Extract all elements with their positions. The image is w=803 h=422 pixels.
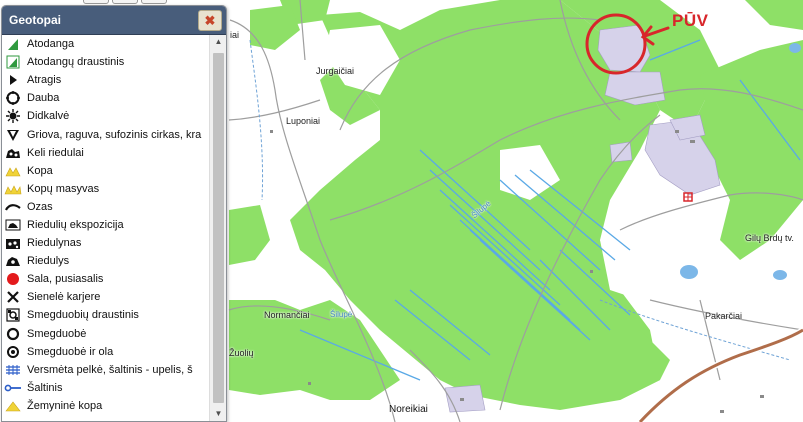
place-label-luponiai: Luponiai — [286, 116, 321, 126]
legend-item-label: Žemyninė kopa — [27, 399, 103, 412]
legend-item-label: Versmėta pelkė, šaltinis - upelis, š — [27, 363, 193, 376]
boulder-icon — [2, 254, 24, 268]
spring-bog-icon — [2, 364, 24, 376]
island-icon — [2, 272, 24, 286]
legend-item-label: Kopa — [27, 164, 53, 177]
toolbar-button-1[interactable] — [83, 0, 109, 4]
legend-item[interactable]: Didkalvė — [2, 107, 209, 125]
road-label: Gilų Brdų tv. — [745, 233, 794, 243]
legend-header[interactable]: Geotopai ✖ — [2, 6, 226, 35]
scroll-thumb[interactable] — [213, 53, 224, 403]
legend-item-label: Ozas — [27, 200, 53, 213]
legend-item-label: Dauba — [27, 92, 60, 105]
legend-item[interactable]: Riedulių ekspozicija — [2, 216, 209, 234]
place-label-noreikiai: Noreikiai — [389, 404, 428, 415]
legend-item-label: Atragis — [27, 74, 62, 87]
legend-scrollbar[interactable]: ▲ ▼ — [209, 35, 226, 421]
legend-item-label: Riedulys — [27, 255, 70, 268]
legend-item[interactable]: Versmėta pelkė, šaltinis - upelis, š — [2, 361, 209, 379]
legend-item-label: Smegduobė — [27, 327, 87, 340]
cape-icon — [2, 73, 24, 87]
legend-item[interactable]: Dauba — [2, 89, 209, 107]
legend-item[interactable]: Griova, raguva, sufozinis cirkas, kra — [2, 125, 209, 143]
puv-label: PŪV — [672, 11, 709, 30]
quarry-wall-icon — [2, 290, 24, 304]
river-label-2: Šilupė — [330, 310, 353, 319]
legend-item[interactable]: Smegduobė — [2, 325, 209, 343]
scroll-up-arrow[interactable]: ▲ — [210, 35, 226, 49]
place-label-jurgaiciai: Jurgaičiai — [316, 66, 355, 76]
cliff-reserve-icon — [2, 55, 24, 69]
legend-close-button[interactable]: ✖ — [198, 10, 222, 31]
scroll-down-arrow[interactable]: ▼ — [210, 407, 226, 421]
legend-item-label: Šaltinis — [27, 381, 63, 394]
sinkhole-reserve-icon — [2, 308, 24, 323]
boulder-field-icon — [2, 236, 24, 250]
legend-item-label: Keli riedulai — [27, 146, 84, 159]
boulders-icon — [2, 146, 24, 160]
sinkhole-icon — [2, 327, 24, 341]
legend-title: Geotopai — [9, 13, 62, 27]
esker-icon — [2, 202, 24, 212]
sinkhole-cave-icon — [2, 345, 24, 359]
toolbar-button-2[interactable] — [112, 0, 138, 4]
legend-item[interactable]: Atodanga — [2, 35, 209, 53]
legend-panel: Geotopai ✖ Atodanga Atodangų draustinis At… — [1, 5, 227, 422]
place-label-pakarciai: Pakarčiai — [705, 311, 743, 321]
legend-item[interactable]: Riedulys — [2, 252, 209, 270]
legend-item-label: Sienelė karjere — [27, 291, 101, 304]
hollow-icon — [2, 91, 24, 106]
legend-item-label: Atodanga — [27, 38, 75, 51]
cliff-icon — [2, 37, 24, 51]
legend-item[interactable]: Smegduobių draustinis — [2, 306, 209, 324]
legend-item[interactable]: Riedulynas — [2, 234, 209, 252]
legend-item[interactable]: Kopa — [2, 162, 209, 180]
inland-dune-icon — [2, 400, 24, 412]
legend-item-label: Didkalvė — [27, 110, 70, 123]
legend-item-label: Smegduobė ir ola — [27, 345, 114, 358]
legend-item-label: Sala, pusiasalis — [27, 273, 104, 286]
legend-item-label: Kopų masyvas — [27, 182, 100, 195]
legend-item[interactable]: Atodangų draustinis — [2, 53, 209, 71]
legend-item[interactable]: Atragis — [2, 71, 209, 89]
legend-list[interactable]: Atodanga Atodangų draustinis Atragis Dauba D… — [2, 35, 209, 421]
place-label-normanciai: Normančiai — [264, 310, 310, 320]
legend-item[interactable]: Ozas — [2, 198, 209, 216]
legend-item-label: Riedulių ekspozicija — [27, 218, 124, 231]
dune-massif-icon — [2, 183, 24, 195]
legend-item[interactable]: Kopų masyvas — [2, 180, 209, 198]
legend-item-label: Griova, raguva, sufozinis cirkas, kra — [27, 128, 202, 141]
legend-item[interactable]: Sienelė karjere — [2, 288, 209, 306]
legend-item-label: Riedulynas — [27, 237, 82, 250]
dune-icon — [2, 165, 24, 177]
toolbar-button-3[interactable] — [141, 0, 167, 4]
place-label-zuoliai: Žuolių — [229, 348, 254, 358]
legend-item[interactable]: Žemyninė kopa — [2, 397, 209, 415]
legend-item-label: Smegduobių draustinis — [27, 309, 139, 322]
spring-icon — [2, 383, 24, 393]
legend-item[interactable]: Smegduobė ir ola — [2, 343, 209, 361]
place-label-aiai: iai — [230, 30, 240, 40]
legend-item-label: Atodangų draustinis — [27, 56, 125, 69]
ravine-icon — [2, 128, 24, 142]
hill-icon — [2, 109, 24, 124]
legend-item[interactable]: Sala, pusiasalis — [2, 270, 209, 288]
boulder-exhibit-icon — [2, 218, 24, 232]
legend-item[interactable]: Keli riedulai — [2, 144, 209, 162]
legend-item[interactable]: Šaltinis — [2, 379, 209, 397]
